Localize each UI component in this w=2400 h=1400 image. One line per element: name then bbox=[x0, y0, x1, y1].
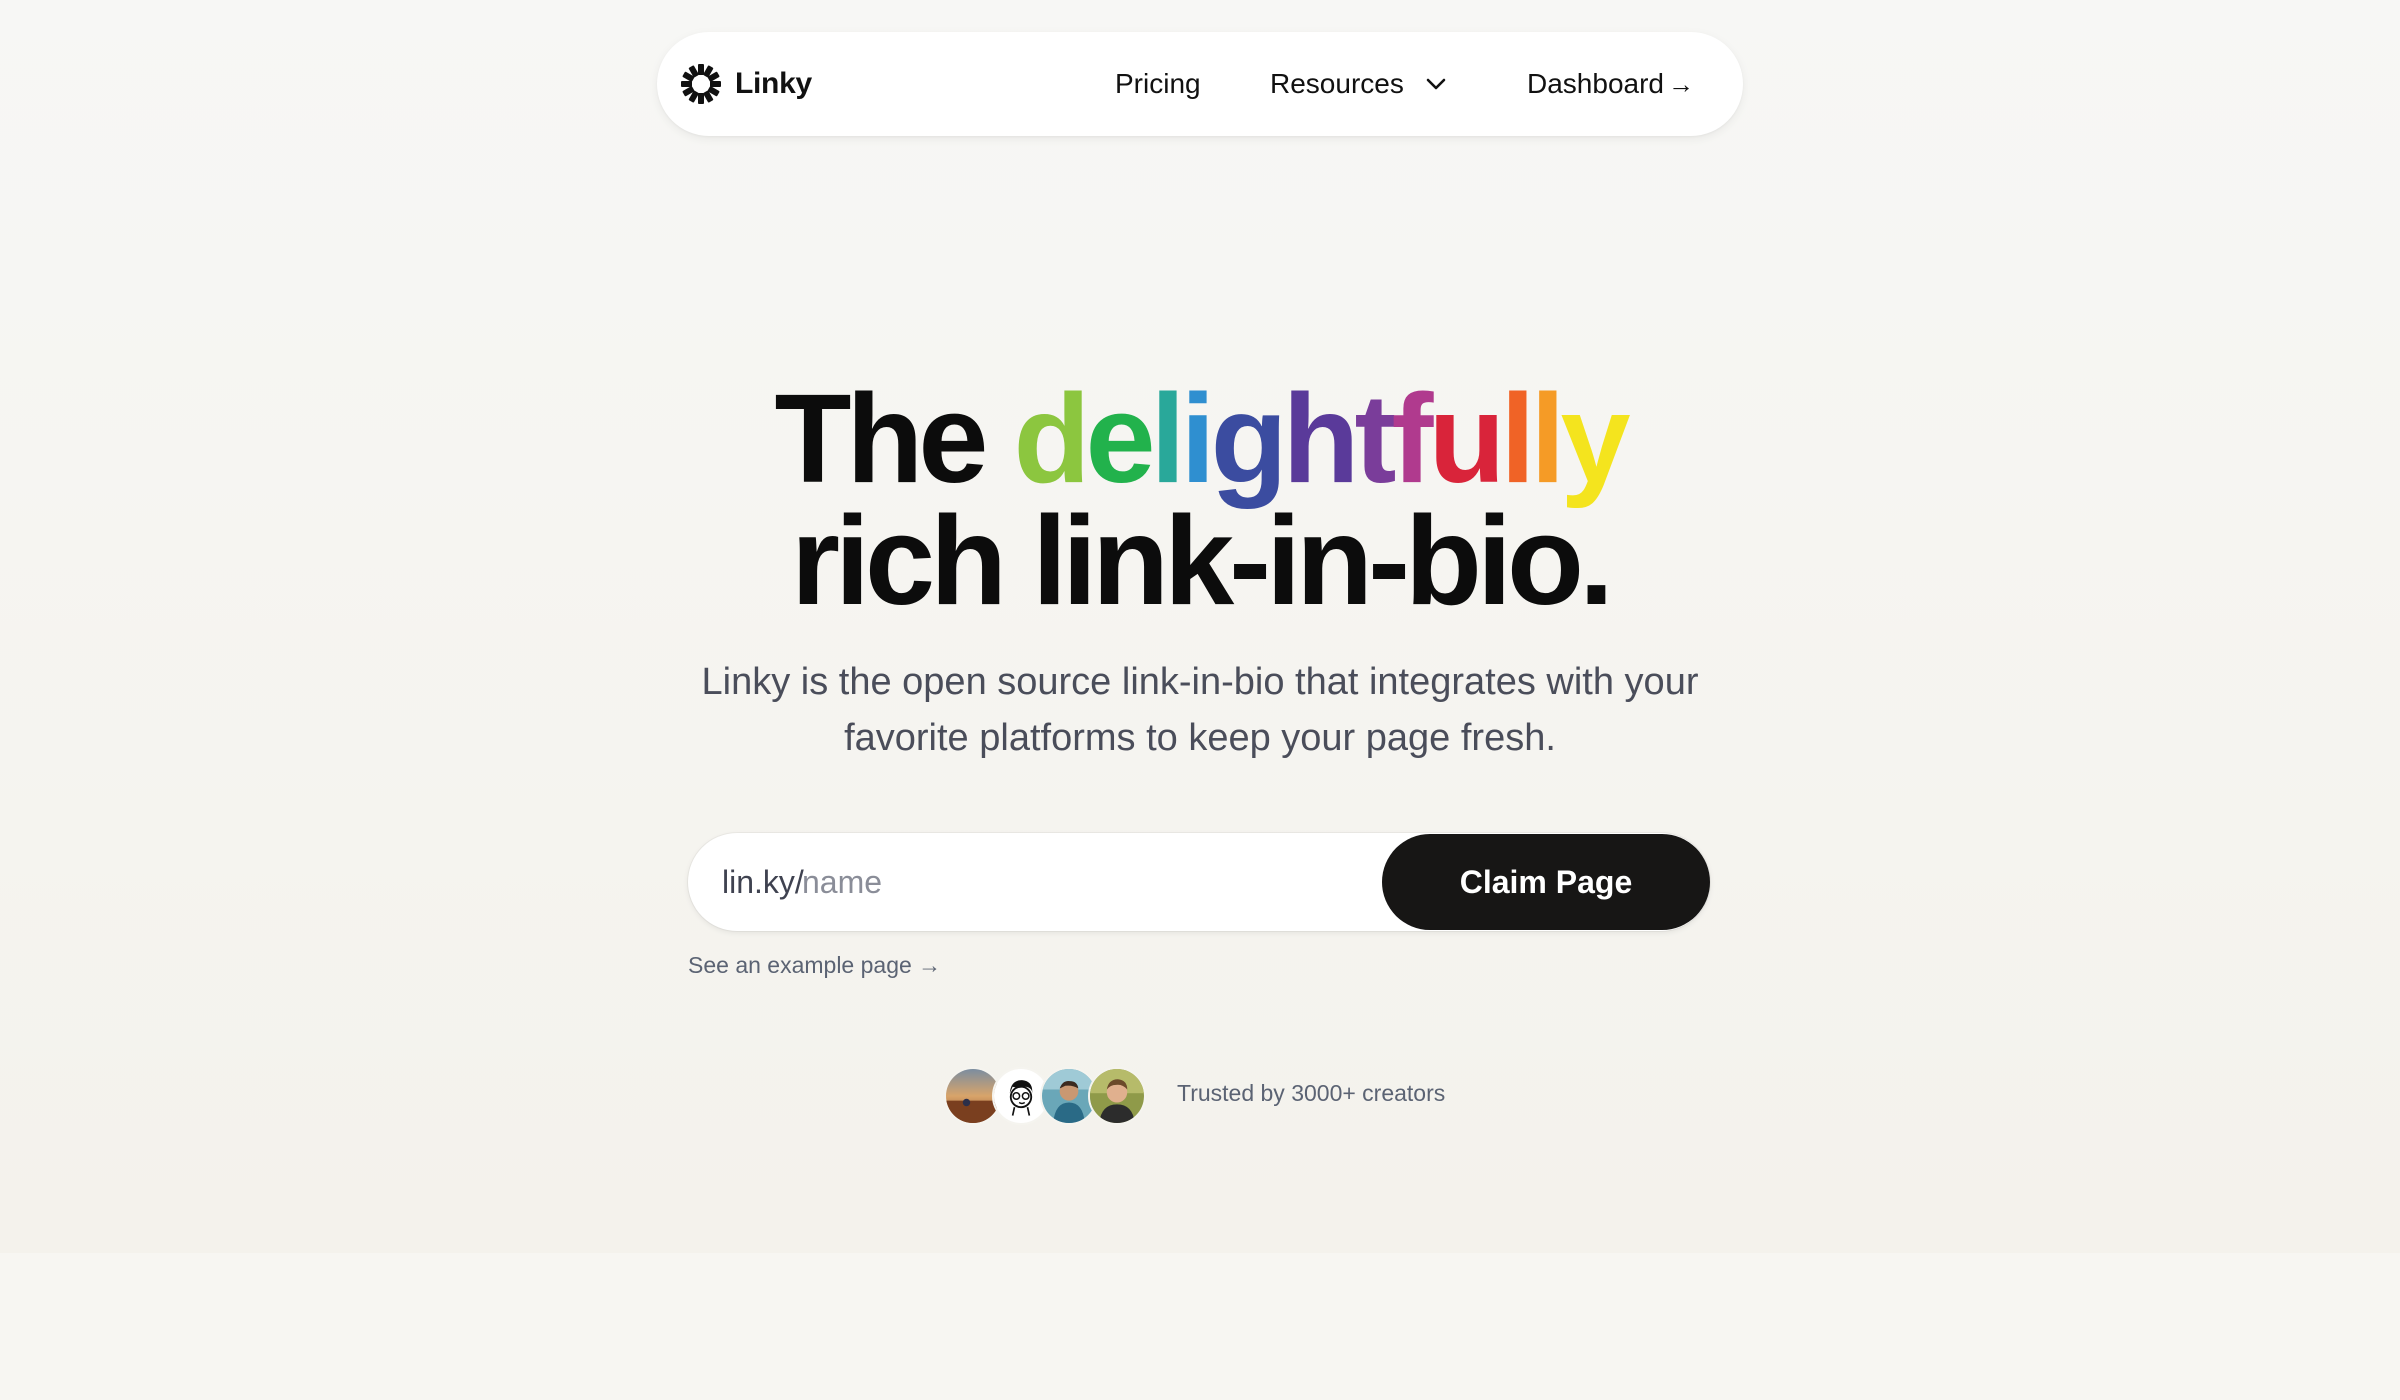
rainbow-letter: d bbox=[1013, 368, 1090, 509]
headline-rainbow-word: delightfully bbox=[1013, 368, 1630, 509]
linky-logo-icon bbox=[681, 64, 721, 104]
headline-prefix: The bbox=[774, 368, 1014, 509]
rainbow-letter: i bbox=[1180, 368, 1216, 509]
trusted-by-text: Trusted by 3000+ creators bbox=[1177, 1080, 1446, 1106]
headline-line-1: The delightfully bbox=[0, 376, 2400, 502]
nav-resources-label: Resources bbox=[1270, 68, 1404, 99]
page-background-lower bbox=[0, 1253, 2400, 1400]
rainbow-letter: u bbox=[1428, 368, 1505, 509]
headline-line-2: rich link-in-bio. bbox=[791, 490, 1614, 631]
username-input[interactable] bbox=[802, 853, 1252, 911]
nav-pricing-link[interactable]: Pricing bbox=[1115, 32, 1201, 136]
rainbow-letter: y bbox=[1560, 368, 1630, 509]
rainbow-letter: f bbox=[1391, 368, 1433, 509]
url-prefix: lin.ky/ bbox=[722, 863, 804, 900]
top-navbar: Linky Pricing Resources Dashboard → bbox=[657, 32, 1743, 136]
avatar-person-portrait bbox=[1088, 1067, 1146, 1125]
chevron-down-icon bbox=[1426, 78, 1446, 90]
nav-dashboard-label: Dashboard bbox=[1527, 68, 1664, 99]
rainbow-letter: l bbox=[1500, 368, 1535, 509]
claim-page-form: lin.ky/ Claim Page bbox=[688, 833, 1710, 931]
subtitle-line-1: Linky is the open source link-in-bio tha… bbox=[701, 661, 1699, 703]
rainbow-letter: h bbox=[1282, 368, 1360, 509]
rainbow-letter: t bbox=[1354, 368, 1397, 509]
rainbow-letter: g bbox=[1210, 368, 1288, 509]
arrow-right-icon: → bbox=[1667, 68, 1694, 99]
rainbow-letter: l bbox=[1530, 368, 1565, 509]
rainbow-letter: l bbox=[1150, 368, 1186, 509]
claim-page-button[interactable]: Claim Page bbox=[1382, 834, 1710, 930]
nav-pricing-label: Pricing bbox=[1115, 68, 1201, 99]
hero-subtitle: Linky is the open source link-in-bio tha… bbox=[0, 654, 2400, 766]
example-page-link[interactable]: See an example page → bbox=[688, 952, 941, 979]
brand-link[interactable]: Linky bbox=[679, 60, 812, 108]
rainbow-letter: e bbox=[1085, 368, 1155, 509]
creator-avatars bbox=[944, 1067, 1148, 1125]
brand-name: Linky bbox=[735, 67, 812, 100]
nav-dashboard-link[interactable]: Dashboard → bbox=[1527, 32, 1694, 136]
nav-resources-dropdown[interactable]: Resources bbox=[1270, 32, 1448, 136]
subtitle-line-2: favorite platforms to keep your page fre… bbox=[844, 717, 1556, 759]
hero-headline: The delightfully rich link-in-bio. bbox=[0, 376, 2400, 631]
